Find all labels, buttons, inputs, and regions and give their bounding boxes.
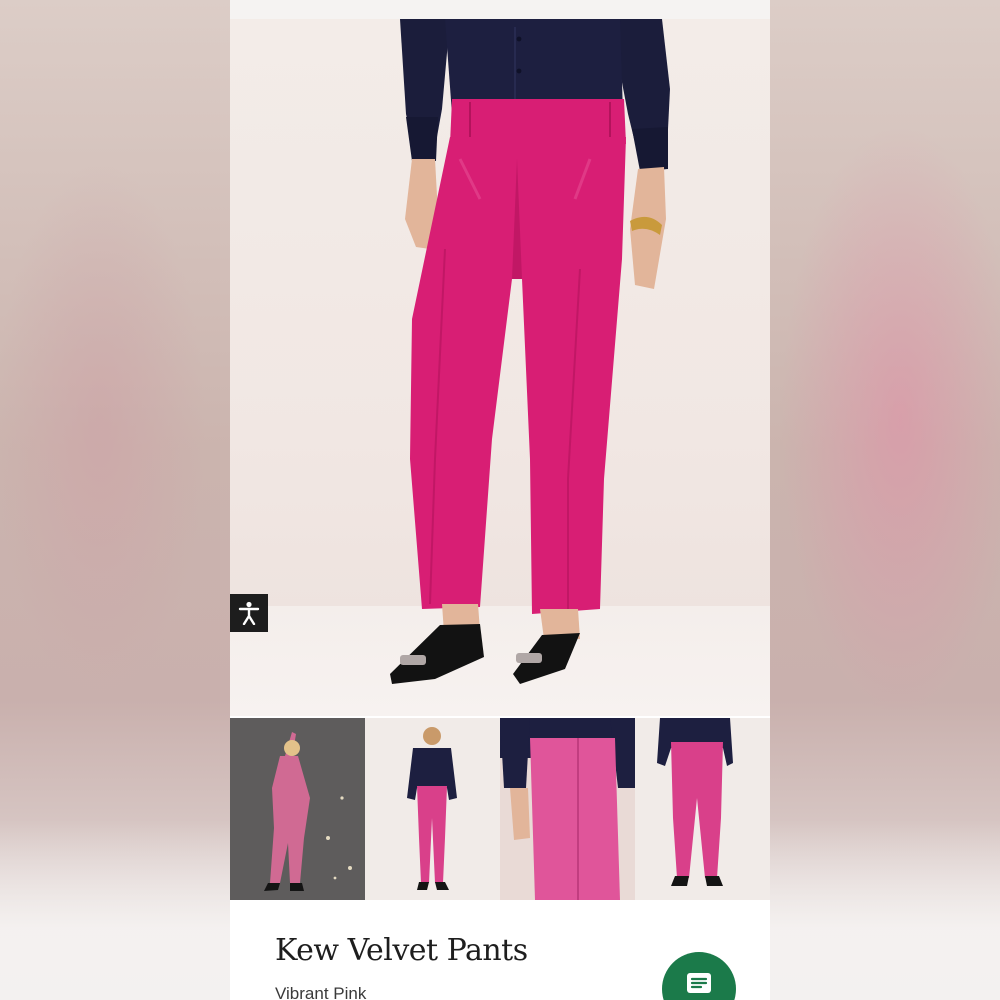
thumbnail-full-front[interactable]	[365, 718, 500, 900]
thumbnail-strip	[230, 718, 770, 900]
thumbnail-back-view[interactable]	[635, 718, 770, 900]
model-illustration	[390, 19, 670, 684]
product-title: Kew Velvet Pants	[275, 933, 528, 968]
top-bar	[230, 0, 770, 19]
thumbnail-closeup-waist[interactable]	[500, 718, 635, 900]
thumbnail-suit-night[interactable]	[230, 718, 365, 900]
chat-button[interactable]	[662, 952, 736, 1000]
chat-icon	[687, 973, 711, 993]
product-info: Kew Velvet Pants Vibrant Pink	[230, 900, 770, 1000]
product-page: Kew Velvet Pants Vibrant Pink	[230, 0, 770, 1000]
accessibility-icon	[238, 601, 260, 625]
product-color: Vibrant Pink	[275, 984, 367, 1000]
accessibility-button[interactable]	[230, 594, 268, 632]
main-product-image[interactable]	[230, 19, 770, 716]
